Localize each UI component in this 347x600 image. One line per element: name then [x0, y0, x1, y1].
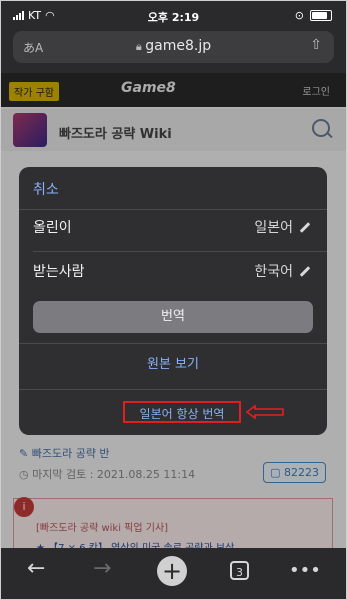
- source-language-picker[interactable]: 일본어: [254, 217, 311, 237]
- cancel-button[interactable]: 취소: [33, 179, 59, 199]
- source-language-label: 올린이: [33, 220, 72, 236]
- status-bar: KT ◠ 오후 2:19 ⊙: [1, 1, 346, 29]
- browser-toolbar: ← → + 3 •••: [1, 548, 346, 599]
- translate-button[interactable]: 번역: [33, 301, 313, 333]
- new-tab-icon[interactable]: +: [157, 556, 187, 586]
- more-icon[interactable]: •••: [289, 560, 321, 582]
- edit-icon: [299, 265, 311, 277]
- orientation-lock-icon: ⊙: [294, 9, 304, 22]
- translate-sheet: 취소 올린이 일본어 받는사람 한국어 번역 원본 보기 일본어 항상 번역: [19, 167, 327, 435]
- target-language-label: 받는사람: [33, 264, 85, 280]
- url-text: game8.jp: [145, 38, 212, 54]
- edit-icon: [299, 221, 311, 233]
- target-language-picker[interactable]: 한국어: [254, 261, 311, 281]
- view-original-button[interactable]: 원본 보기: [19, 353, 327, 372]
- annotation-arrow-icon: [245, 405, 284, 419]
- back-arrow-icon[interactable]: ←: [27, 558, 45, 580]
- forward-arrow-icon[interactable]: →: [93, 558, 111, 580]
- divider: [19, 343, 327, 344]
- screen: KT ◠ 오후 2:19 ⊙ あA 🔒︎ game8.jp ⇧ 작가 구함 Ga…: [0, 0, 347, 600]
- divider: [19, 209, 327, 210]
- divider: [19, 389, 327, 390]
- divider: [33, 251, 327, 252]
- lock-icon: 🔒︎: [135, 40, 146, 53]
- address-bar[interactable]: あA 🔒︎ game8.jp ⇧: [13, 31, 334, 63]
- battery-icon: [310, 10, 332, 21]
- highlight-box: 일본어 항상 번역: [123, 401, 241, 423]
- tabs-button[interactable]: 3: [230, 561, 249, 580]
- always-translate-button[interactable]: 일본어 항상 번역: [125, 405, 239, 422]
- share-icon[interactable]: ⇧: [310, 37, 322, 53]
